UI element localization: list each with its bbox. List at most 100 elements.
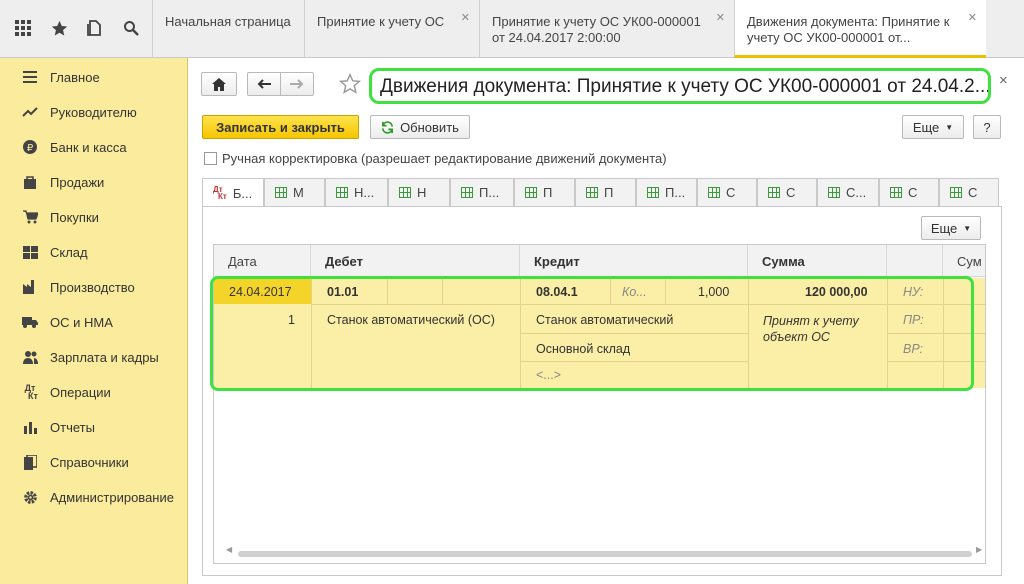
tab-register[interactable]: С bbox=[757, 178, 817, 206]
column-header-tax[interactable] bbox=[887, 245, 943, 277]
scroll-right-icon[interactable]: ▶ bbox=[976, 545, 982, 554]
column-header-amount-tax[interactable]: Сум bbox=[943, 245, 985, 277]
tab-label: П... bbox=[479, 185, 500, 200]
refresh-icon bbox=[382, 120, 394, 134]
sidebar-item-label: Администрирование bbox=[50, 489, 174, 505]
tab-home[interactable]: Начальная страница bbox=[152, 0, 304, 58]
column-header-credit[interactable]: Кредит bbox=[520, 245, 748, 277]
tab-label: Принятие к учету ОС bbox=[317, 14, 445, 29]
tab-label: Начальная страница bbox=[165, 14, 291, 29]
sidebar-item-payroll[interactable]: Зарплата и кадры bbox=[0, 345, 188, 369]
arrow-right-icon bbox=[290, 79, 304, 89]
tab-register[interactable]: Н bbox=[388, 178, 450, 206]
page-title: Движения документа: Принятие к учету ОС … bbox=[369, 68, 991, 104]
sidebar-item-label: Склад bbox=[50, 244, 88, 260]
home-button[interactable] bbox=[201, 72, 237, 96]
refresh-button[interactable]: Обновить bbox=[370, 115, 470, 139]
close-icon[interactable]: ✕ bbox=[968, 10, 977, 26]
back-button[interactable] bbox=[247, 72, 281, 96]
save-and-close-button[interactable]: Записать и закрыть bbox=[202, 115, 359, 139]
sidebar-item-fixed-assets[interactable]: ОС и НМА bbox=[0, 310, 188, 334]
favorite-star-icon[interactable] bbox=[338, 72, 362, 98]
more-label: Еще bbox=[912, 119, 940, 135]
tab-register[interactable]: П... bbox=[450, 178, 514, 206]
tab-register[interactable]: С... bbox=[817, 178, 879, 206]
forward-button[interactable] bbox=[280, 72, 314, 96]
tab-label: М bbox=[293, 185, 304, 200]
row-highlight bbox=[210, 276, 974, 391]
grid-icon[interactable] bbox=[12, 17, 34, 39]
table-icon bbox=[647, 187, 659, 198]
table-icon bbox=[336, 187, 348, 198]
truck-icon bbox=[21, 314, 39, 330]
history-icon[interactable] bbox=[84, 17, 106, 39]
tab-register[interactable]: М bbox=[264, 178, 325, 206]
tab-label: П... bbox=[665, 185, 686, 200]
refresh-label: Обновить bbox=[400, 119, 459, 135]
tab-label: Н bbox=[417, 185, 427, 200]
column-header-debit[interactable]: Дебет bbox=[311, 245, 520, 277]
sidebar-item-operations[interactable]: Дт Кт Операции bbox=[0, 380, 188, 404]
search-icon[interactable] bbox=[120, 17, 142, 39]
sidebar-item-production[interactable]: Производство bbox=[0, 275, 188, 299]
close-form-button[interactable]: × bbox=[999, 72, 1008, 89]
close-icon[interactable]: ✕ bbox=[461, 10, 470, 26]
sidebar-item-label: Отчеты bbox=[50, 419, 95, 435]
tab-register[interactable]: П... bbox=[636, 178, 697, 206]
column-header-amount[interactable]: Сумма bbox=[748, 245, 887, 277]
grid-more-button[interactable]: Еще ▼ bbox=[921, 216, 981, 240]
sidebar-item-reports[interactable]: Отчеты bbox=[0, 415, 188, 439]
tab-register[interactable]: П bbox=[575, 178, 636, 206]
people-icon bbox=[21, 349, 39, 365]
home-icon bbox=[212, 77, 226, 91]
tab-register[interactable]: С bbox=[697, 178, 757, 206]
tab-label: С bbox=[908, 185, 918, 200]
tab-register[interactable]: Н... bbox=[325, 178, 388, 206]
document-movements-form: Движения документа: Принятие к учету ОС … bbox=[189, 58, 1024, 584]
sidebar-item-bank[interactable]: ₽ Банк и касса bbox=[0, 135, 188, 159]
sidebar-item-main[interactable]: Главное bbox=[0, 65, 188, 89]
scroll-left-icon[interactable]: ◀ bbox=[226, 545, 232, 554]
sidebar-item-sales[interactable]: Продажи bbox=[0, 170, 188, 194]
tab-register[interactable]: С bbox=[879, 178, 939, 206]
tab-label: Движения документа: Принятие к учету ОС … bbox=[747, 14, 950, 45]
top-bar: Начальная страница Принятие к учету ОС ✕… bbox=[0, 0, 1024, 58]
table-icon bbox=[399, 187, 411, 198]
tab-document-movements[interactable]: Движения документа: Принятие к учету ОС … bbox=[734, 0, 986, 58]
manual-edit-checkbox[interactable] bbox=[204, 152, 217, 165]
manual-edit-label: Ручная корректировка (разрешает редактир… bbox=[222, 151, 667, 166]
horizontal-scrollbar[interactable] bbox=[238, 551, 972, 557]
tab-register[interactable]: С bbox=[939, 178, 999, 206]
table-icon bbox=[461, 187, 473, 198]
sidebar-item-label: Производство bbox=[50, 279, 135, 295]
tab-fixed-asset-document[interactable]: Принятие к учету ОС УК00-000001 от 24.04… bbox=[479, 0, 734, 58]
sidebar-item-warehouse[interactable]: Склад bbox=[0, 240, 188, 264]
sidebar-item-administration[interactable]: Администрирование bbox=[0, 485, 188, 509]
more-button[interactable]: Еще ▼ bbox=[902, 115, 964, 139]
dt-kt-icon: Дт Кт bbox=[24, 383, 38, 401]
tab-label: Принятие к учету ОС УК00-000001 от 24.04… bbox=[492, 14, 701, 45]
sidebar-item-director[interactable]: Руководителю bbox=[0, 100, 188, 124]
more-label: Еще bbox=[930, 220, 958, 236]
sidebar-item-catalogs[interactable]: Справочники bbox=[0, 450, 188, 474]
sidebar-item-purchases[interactable]: Покупки bbox=[0, 205, 188, 229]
tab-register-accounting[interactable]: Дт Кт Б... bbox=[202, 178, 264, 207]
close-icon[interactable]: ✕ bbox=[716, 10, 725, 26]
column-header-date[interactable]: Дата bbox=[214, 245, 311, 277]
tab-label: С bbox=[726, 185, 736, 200]
sidebar-item-label: Справочники bbox=[50, 454, 129, 470]
dt-kt-icon: Дт Кт bbox=[213, 185, 227, 201]
sidebar-item-label: Главное bbox=[50, 69, 100, 85]
help-button[interactable]: ? bbox=[973, 115, 1001, 139]
sidebar-item-label: Покупки bbox=[50, 209, 99, 225]
bag-icon bbox=[21, 174, 39, 190]
tab-fixed-asset-list[interactable]: Принятие к учету ОС ✕ bbox=[304, 0, 479, 58]
tab-label: С bbox=[786, 185, 796, 200]
table-icon bbox=[768, 187, 780, 198]
tab-register[interactable]: П bbox=[514, 178, 575, 206]
table-icon bbox=[828, 187, 840, 198]
star-icon[interactable] bbox=[48, 17, 70, 39]
sidebar-item-label: Банк и касса bbox=[50, 139, 127, 155]
tab-label: С... bbox=[846, 185, 867, 200]
factory-icon bbox=[21, 279, 39, 295]
